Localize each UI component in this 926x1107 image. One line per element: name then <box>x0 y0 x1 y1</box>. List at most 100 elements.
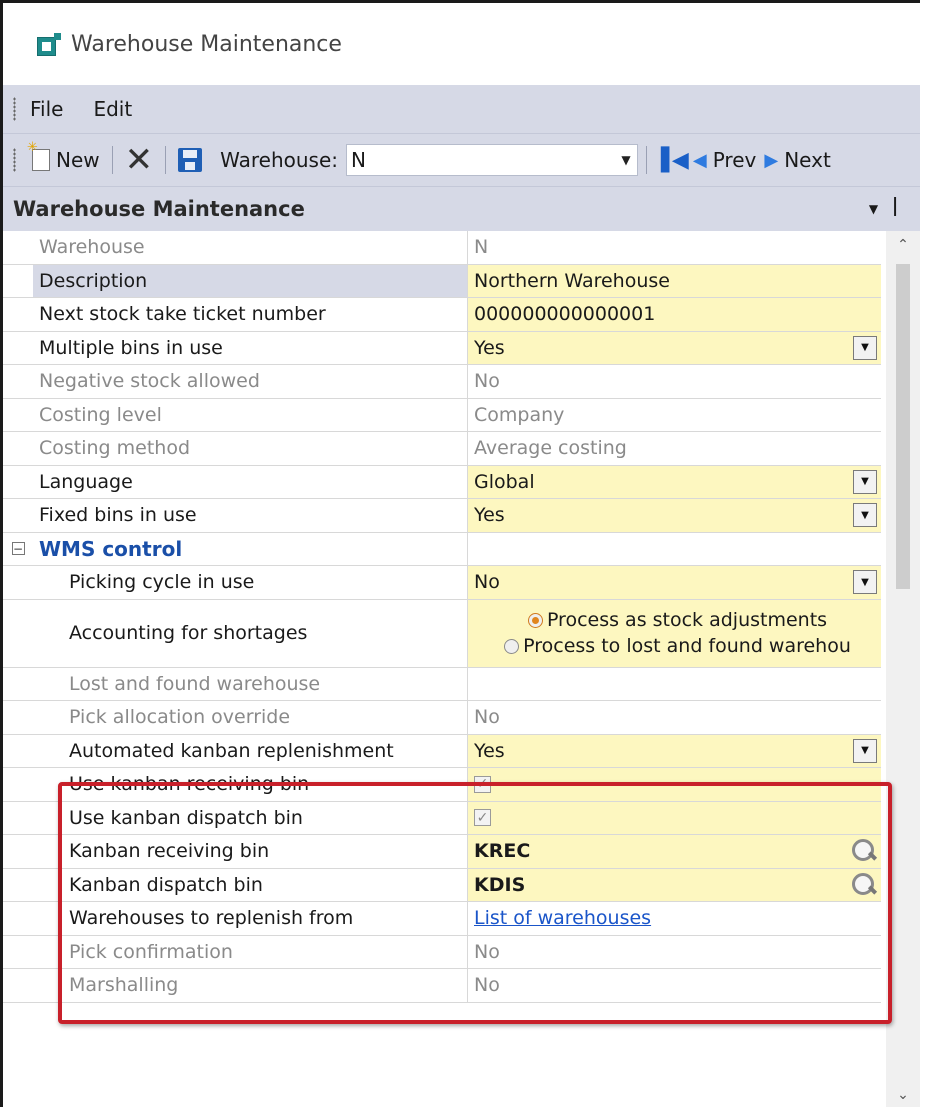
row-use-recv-bin: Use kanban receiving bin ✓ <box>3 768 881 802</box>
row-costing-method: Costing method Average costing <box>3 432 881 466</box>
pick-confirm-value: No <box>474 940 500 963</box>
row-pick-override: Pick allocation override No <box>3 701 881 735</box>
window-title: Warehouse Maintenance <box>71 31 342 57</box>
use-recv-bin-checkbox[interactable]: ✓ <box>474 775 491 793</box>
recv-bin-field[interactable]: KREC <box>468 835 881 868</box>
row-warehouse: Warehouse N <box>3 231 881 265</box>
row-multiple-bins: Multiple bins in use Yes ▼ <box>3 331 881 365</box>
row-label: Pick confirmation <box>33 935 468 968</box>
row-label: Use kanban dispatch bin <box>33 801 468 834</box>
row-label: Use kanban receiving bin <box>33 768 468 801</box>
first-record-icon[interactable]: ▌◀ <box>655 148 689 173</box>
shortages-radio-group: Process as stock adjustments Process to … <box>468 599 881 667</box>
negative-stock-value: No <box>474 370 500 393</box>
picking-cycle-select[interactable]: No ▼ <box>468 566 881 599</box>
fixed-bins-value: Yes <box>474 504 505 527</box>
warehouse-label: Warehouse: <box>220 148 339 172</box>
row-label: Lost and found warehouse <box>33 667 468 700</box>
row-fixed-bins: Fixed bins in use Yes ▼ <box>3 499 881 533</box>
row-label: Automated kanban replenishment <box>33 734 468 767</box>
row-shortages: Accounting for shortages Process as stoc… <box>3 599 881 668</box>
warehouse-value: N <box>474 236 489 259</box>
next-ticket-field[interactable]: 000000000000001 <box>468 298 881 331</box>
pin-icon[interactable]: ꟾ <box>892 197 898 221</box>
shortages-option-adjustments[interactable]: Process as stock adjustments <box>527 609 827 631</box>
chevron-down-icon[interactable]: ▼ <box>853 503 877 527</box>
chevron-down-icon[interactable]: ▼ <box>615 153 637 167</box>
property-grid: Warehouse N Description Northern Warehou… <box>3 231 920 1107</box>
row-label: Description <box>33 264 468 297</box>
picking-cycle-value: No <box>474 571 500 594</box>
row-label: Marshalling <box>33 969 468 1002</box>
collapse-icon[interactable]: − <box>11 542 25 556</box>
language-value: Global <box>474 470 535 493</box>
row-pick-confirm: Pick confirmation No <box>3 935 881 969</box>
toolbar-separator <box>165 146 167 174</box>
scroll-thumb[interactable] <box>896 264 910 589</box>
panel-menu-chevron-icon[interactable]: ▼ <box>869 202 878 216</box>
fixed-bins-select[interactable]: Yes ▼ <box>468 499 881 532</box>
warehouse-combo-value: N <box>351 148 366 172</box>
row-label: Multiple bins in use <box>33 331 468 364</box>
multiple-bins-value: Yes <box>474 336 505 359</box>
title-bar: Warehouse Maintenance <box>3 3 920 85</box>
disp-bin-value: KDIS <box>474 873 526 896</box>
prev-button[interactable]: ◀ Prev <box>689 144 760 176</box>
toolbar: New ✕ Warehouse: N ▼ ▌◀ ◀ Prev ▶ Next <box>3 133 920 186</box>
row-label: Next stock take ticket number <box>33 298 468 331</box>
toolbar-grip-icon <box>13 148 16 172</box>
row-picking-cycle: Picking cycle in use No ▼ <box>3 566 881 600</box>
save-icon <box>178 148 203 172</box>
row-label: Kanban receiving bin <box>33 835 468 868</box>
row-label: Kanban dispatch bin <box>33 868 468 901</box>
vertical-scrollbar[interactable]: ⌃ ⌄ <box>886 231 920 1107</box>
row-label: Fixed bins in use <box>33 499 468 532</box>
warehouse-combo[interactable]: N ▼ <box>346 144 639 176</box>
menu-file[interactable]: File <box>28 93 65 125</box>
warehouse-maintenance-window: Warehouse Maintenance File Edit New ✕ Wa… <box>0 0 920 1107</box>
row-recv-bin: Kanban receiving bin KREC <box>3 835 881 869</box>
property-rows: Warehouse N Description Northern Warehou… <box>3 231 881 1003</box>
auto-kanban-value: Yes <box>474 739 505 762</box>
chevron-down-icon[interactable]: ▼ <box>853 469 877 494</box>
use-disp-bin-checkbox[interactable]: ✓ <box>474 809 491 827</box>
scroll-up-icon[interactable]: ⌃ <box>886 231 920 259</box>
save-button[interactable] <box>174 144 216 176</box>
shortages-option-lost-found[interactable]: Process to lost and found warehou <box>504 635 851 657</box>
chevron-down-icon[interactable]: ▼ <box>853 738 877 763</box>
new-document-icon <box>27 140 50 171</box>
scroll-down-icon[interactable]: ⌄ <box>886 1081 920 1107</box>
prev-arrow-icon: ◀ <box>692 149 707 171</box>
description-field[interactable]: Northern Warehouse <box>468 264 881 297</box>
row-negative-stock: Negative stock allowed No <box>3 365 881 399</box>
row-description: Description Northern Warehouse <box>3 264 881 298</box>
menu-edit[interactable]: Edit <box>91 93 134 125</box>
radio-selected-icon <box>527 612 543 628</box>
panel-header: Warehouse Maintenance ▼ ꟾ <box>3 186 920 231</box>
new-button[interactable]: New <box>27 140 104 176</box>
radio-label: Process to lost and found warehou <box>523 635 851 657</box>
multiple-bins-select[interactable]: Yes ▼ <box>468 331 881 364</box>
menu-bar: File Edit <box>3 85 920 133</box>
row-label: Language <box>33 465 468 498</box>
row-label: Picking cycle in use <box>33 566 468 599</box>
toolbar-separator <box>111 146 113 174</box>
row-language: Language Global ▼ <box>3 465 881 499</box>
language-select[interactable]: Global ▼ <box>468 465 881 498</box>
auto-kanban-select[interactable]: Yes ▼ <box>468 734 881 767</box>
pick-override-value: No <box>474 706 500 729</box>
delete-icon[interactable]: ✕ <box>121 143 158 177</box>
radio-unselected-icon <box>504 638 520 654</box>
disp-bin-field[interactable]: KDIS <box>468 868 881 901</box>
row-use-disp-bin: Use kanban dispatch bin ✓ <box>3 801 881 835</box>
costing-level-value: Company <box>474 403 565 426</box>
search-icon[interactable] <box>851 872 877 898</box>
chevron-down-icon[interactable]: ▼ <box>853 570 877 594</box>
group-label: WMS control <box>33 532 468 565</box>
next-button[interactable]: ▶ Next <box>760 144 834 176</box>
list-of-warehouses-link[interactable]: List of warehouses <box>474 907 651 929</box>
lost-found-value <box>468 668 881 701</box>
search-icon[interactable] <box>851 838 877 864</box>
toolbar-separator <box>646 146 648 174</box>
chevron-down-icon[interactable]: ▼ <box>853 335 877 360</box>
